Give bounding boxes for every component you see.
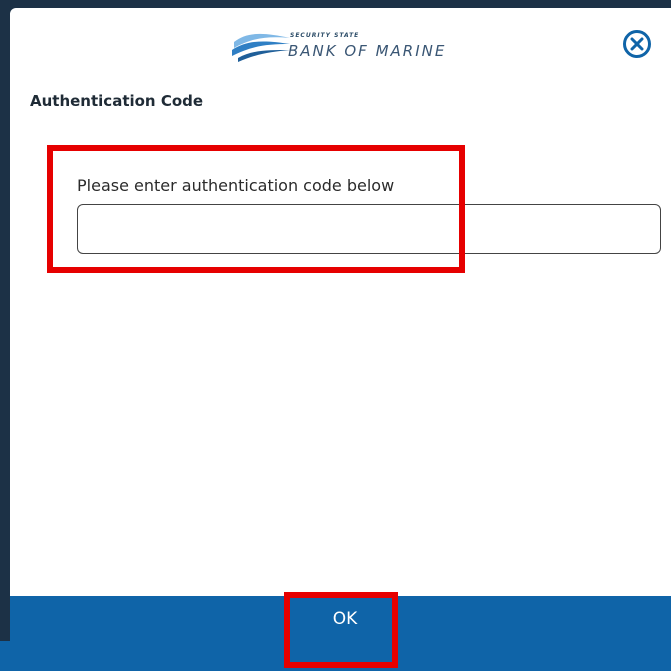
footer-strip <box>0 641 671 671</box>
close-button[interactable] <box>622 29 652 59</box>
ok-button[interactable]: OK <box>290 596 400 641</box>
brand-tagline: SECURITY STATE <box>290 32 360 39</box>
page-title: Authentication Code <box>30 92 204 110</box>
close-circle-icon <box>623 30 651 58</box>
code-instructions-label: Please enter authentication code below <box>77 176 395 195</box>
bank-logo: SECURITY STATE BANK OF MARINE <box>232 28 472 68</box>
dialog-footer: OK <box>10 596 671 641</box>
authentication-code-input[interactable] <box>77 204 661 254</box>
wave-logo-icon <box>232 33 290 62</box>
brand-name: BANK OF MARINE <box>288 42 447 60</box>
auth-code-dialog: SECURITY STATE BANK OF MARINE Authentica… <box>10 8 671 641</box>
